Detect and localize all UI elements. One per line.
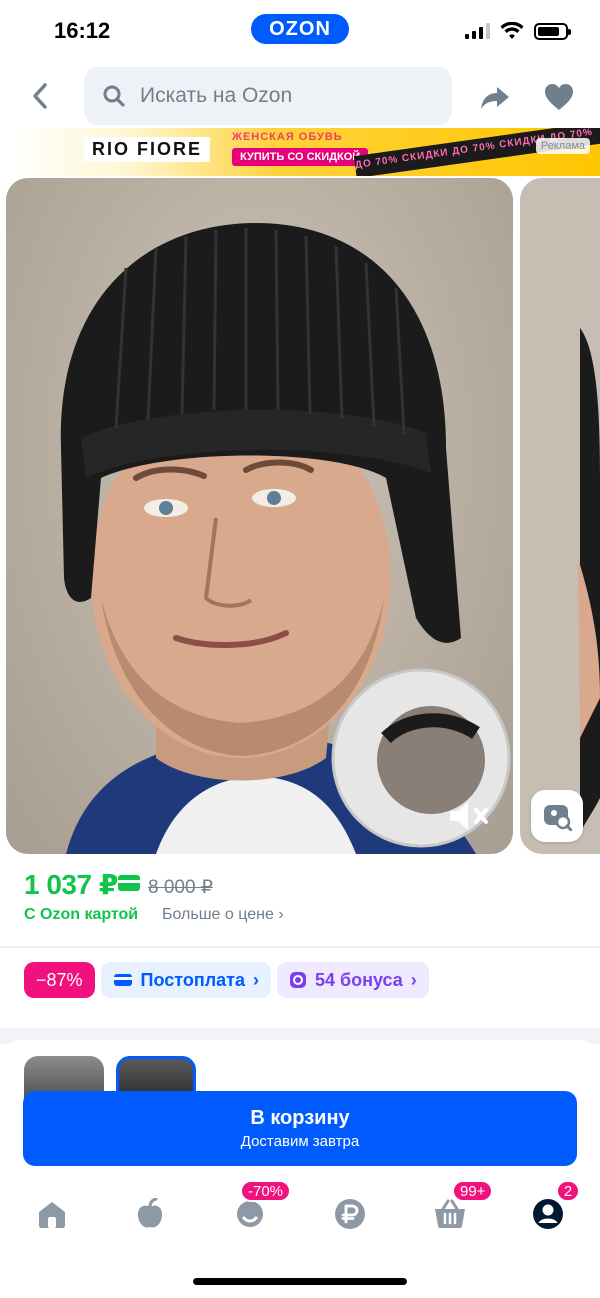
cart-icon <box>435 1199 465 1228</box>
price-block: 1 037 ₽ 8 000 ₽ С Ozon картой Больше о ц… <box>0 854 600 946</box>
tab-promo[interactable]: -70% <box>230 1180 292 1234</box>
status-bar: 16:12 OZON <box>0 0 600 64</box>
wifi-icon <box>500 22 524 39</box>
bonus-chip[interactable]: 54 бонуса › <box>276 962 429 998</box>
mute-icon[interactable] <box>446 798 494 834</box>
tab-home[interactable] <box>32 1194 72 1234</box>
price-current: 1 037 ₽ <box>24 869 118 900</box>
battery-icon <box>534 22 571 40</box>
share-icon <box>481 87 509 109</box>
tab-fresh[interactable] <box>130 1194 170 1234</box>
product-photo-next[interactable] <box>520 178 600 854</box>
chevron-right-icon: › <box>252 969 259 990</box>
profile-icon <box>533 1199 563 1229</box>
card-icon <box>113 974 132 986</box>
promo-badge: -70% <box>240 1180 292 1202</box>
ad-headline: ЖЕНСКАЯ ОБУВЬ <box>232 131 343 143</box>
delivery-label: Доставим завтра <box>240 1133 360 1150</box>
home-indicator <box>193 1278 407 1285</box>
profile-badge: 2 <box>556 1180 580 1202</box>
search-input[interactable]: Искать на Ozon <box>84 67 452 125</box>
promo-chips: −87% Постоплата › 54 бонуса › <box>24 962 429 998</box>
ozon-card-icon <box>118 875 140 891</box>
ad-cta: КУПИТЬ СО СКИДКОЙ <box>232 148 369 166</box>
ruble-icon <box>335 1199 365 1229</box>
postpay-chip[interactable]: Постоплата › <box>100 962 271 998</box>
bonus-label: 54 бонуса <box>314 969 403 990</box>
image-search-icon <box>544 805 572 831</box>
favorite-button[interactable] <box>542 80 576 114</box>
status-time: 16:12 <box>54 18 111 43</box>
tab-profile[interactable]: 2 <box>528 1180 580 1234</box>
add-to-cart-button[interactable]: В корзину Доставим завтра <box>23 1091 577 1166</box>
divider <box>0 946 600 948</box>
ad-label: Реклама <box>535 138 590 154</box>
more-price-link[interactable]: Больше о цене › <box>162 906 284 924</box>
ad-banner[interactable]: RIO FIORE ЖЕНСКАЯ ОБУВЬ КУПИТЬ СО СКИДКО… <box>14 128 600 176</box>
top-bar: Искать на Ozon <box>0 64 600 128</box>
postpay-label: Постоплата <box>140 969 245 990</box>
search-placeholder: Искать на Ozon <box>140 84 293 107</box>
chevron-right-icon: › <box>278 906 284 923</box>
chevron-right-icon: › <box>410 969 417 990</box>
product-gallery[interactable] <box>0 178 600 854</box>
visual-search-button[interactable] <box>531 790 583 842</box>
price-old: 8 000 ₽ <box>148 877 213 898</box>
ozon-logo: OZON <box>251 14 349 44</box>
tab-finance[interactable] <box>330 1194 370 1234</box>
heart-icon <box>545 84 573 110</box>
product-photo-illustration <box>60 223 511 854</box>
add-to-cart-label: В корзину <box>250 1107 350 1129</box>
discount-badge: −87% <box>24 962 95 998</box>
cart-badge: 99+ <box>452 1180 494 1202</box>
chevron-left-icon <box>33 83 47 109</box>
tab-cart[interactable]: 99+ <box>430 1180 494 1234</box>
back-button[interactable] <box>22 78 58 114</box>
bonus-icon <box>289 972 306 988</box>
ad-brand-logo: RIO FIORE <box>84 137 211 162</box>
share-button[interactable] <box>478 80 512 114</box>
home-icon <box>39 1202 65 1228</box>
status-icons <box>465 22 571 40</box>
ozon-card-label: С Ozon картой <box>24 906 139 923</box>
tab-bar: -70% 99+ 2 <box>0 1172 600 1252</box>
cellular-signal-icon <box>465 23 490 39</box>
search-icon <box>103 85 125 107</box>
product-photo[interactable] <box>6 178 513 854</box>
apple-icon <box>137 1198 163 1228</box>
promo-icon <box>237 1201 263 1227</box>
